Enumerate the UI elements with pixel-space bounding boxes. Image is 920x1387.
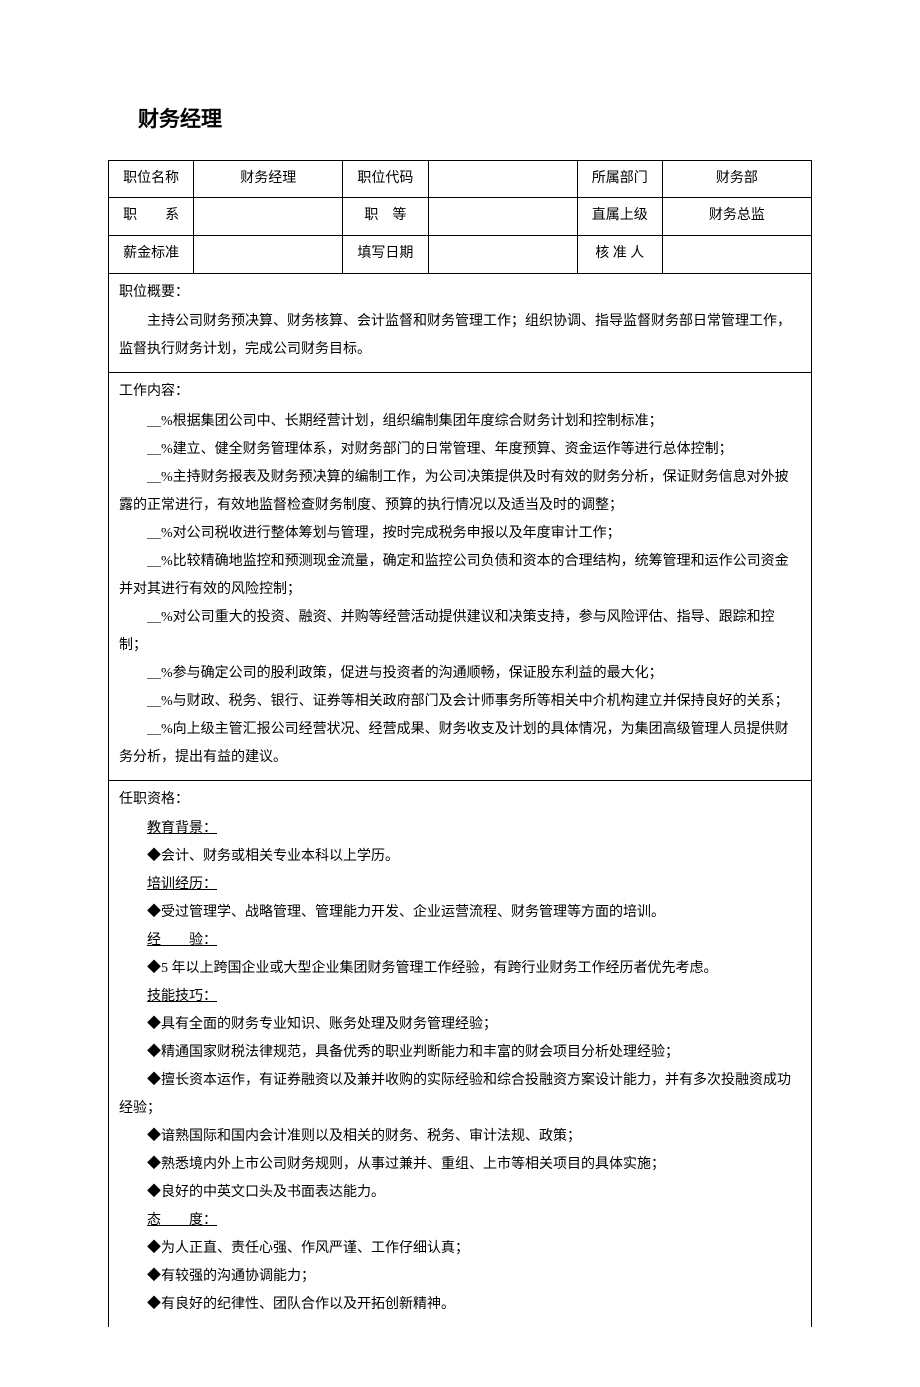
skills-heading: 技能技巧： — [119, 983, 801, 1011]
section-content: 工作内容： ＿%根据集团公司中、长期经营计划，组织编制集团年度综合财务计划和控制… — [108, 373, 812, 781]
label-position-code: 职位代码 — [343, 160, 428, 198]
skills-item: ◆精通国家财税法律规范，具备优秀的职业判断能力和丰富的财会项目分析处理经验； — [119, 1039, 801, 1067]
label-position-name: 职位名称 — [109, 160, 194, 198]
skills-item: ◆谙熟国际和国内会计准则以及相关的财务、税务、审计法规、政策； — [119, 1123, 801, 1151]
header-table: 职位名称 财务经理 职位代码 所属部门 财务部 职 系 职 等 直属上级 财务总… — [108, 160, 812, 274]
label-department: 所属部门 — [577, 160, 662, 198]
skills-item: ◆熟悉境内外上市公司财务规则，从事过兼并、重组、上市等相关项目的具体实施； — [119, 1151, 801, 1179]
content-item: ＿%根据集团公司中、长期经营计划，组织编制集团年度综合财务计划和控制标准； — [119, 408, 801, 436]
attitude-item: ◆有良好的纪律性、团队合作以及开拓创新精神。 — [119, 1291, 801, 1319]
label-salary: 薪金标准 — [109, 236, 194, 274]
content-item: ＿%比较精确地监控和预测现金流量，确定和监控公司负债和资本的合理结构，统筹管理和… — [119, 548, 801, 604]
value-supervisor: 财务总监 — [662, 198, 811, 236]
label-supervisor: 直属上级 — [577, 198, 662, 236]
overview-heading: 职位概要： — [119, 280, 801, 307]
content-item: ＿%对公司重大的投资、融资、并购等经营活动提供建议和决策支持，参与风险评估、指导… — [119, 604, 801, 660]
value-position-code — [428, 160, 577, 198]
content-heading: 工作内容： — [119, 379, 801, 406]
content-item: ＿%对公司税收进行整体筹划与管理，按时完成税务申报以及年度审计工作； — [119, 520, 801, 548]
education-item: ◆会计、财务或相关专业本科以上学历。 — [119, 843, 801, 871]
attitude-heading: 态 度： — [119, 1207, 801, 1235]
label-approver: 核 准 人 — [577, 236, 662, 274]
qualifications-heading: 任职资格： — [119, 787, 801, 814]
attitude-item: ◆为人正直、责任心强、作风严谨、工作仔细认真； — [119, 1235, 801, 1263]
skills-item: ◆擅长资本运作，有证券融资以及兼并收购的实际经验和综合投融资方案设计能力，并有多… — [119, 1067, 801, 1123]
label-job-series: 职 系 — [109, 198, 194, 236]
section-overview: 职位概要： 主持公司财务预决算、财务核算、会计监督和财务管理工作；组织协调、指导… — [108, 274, 812, 374]
skills-item: ◆具有全面的财务专业知识、账务处理及财务管理经验； — [119, 1011, 801, 1039]
experience-item: ◆5 年以上跨国企业或大型企业集团财务管理工作经验，有跨行业财务工作经历者优先考… — [119, 955, 801, 983]
value-approver — [662, 236, 811, 274]
training-item: ◆受过管理学、战略管理、管理能力开发、企业运营流程、财务管理等方面的培训。 — [119, 899, 801, 927]
experience-heading: 经 验： — [119, 927, 801, 955]
overview-text: 主持公司财务预决算、财务核算、会计监督和财务管理工作；组织协调、指导监督财务部日… — [119, 308, 801, 364]
content-item: ＿%参与确定公司的股利政策，促进与投资者的沟通顺畅，保证股东利益的最大化； — [119, 660, 801, 688]
value-job-series — [194, 198, 343, 236]
value-salary — [194, 236, 343, 274]
label-fill-date: 填写日期 — [343, 236, 428, 274]
value-fill-date — [428, 236, 577, 274]
label-job-grade: 职 等 — [343, 198, 428, 236]
content-item: ＿%建立、健全财务管理体系，对财务部门的日常管理、年度预算、资金运作等进行总体控… — [119, 436, 801, 464]
attitude-item: ◆有较强的沟通协调能力； — [119, 1263, 801, 1291]
value-job-grade — [428, 198, 577, 236]
document-title: 财务经理 — [138, 100, 812, 140]
skills-item: ◆良好的中英文口头及书面表达能力。 — [119, 1179, 801, 1207]
education-heading: 教育背景： — [119, 815, 801, 843]
value-department: 财务部 — [662, 160, 811, 198]
content-item: ＿%向上级主管汇报公司经营状况、经营成果、财务收支及计划的具体情况，为集团高级管… — [119, 716, 801, 772]
value-position-name: 财务经理 — [194, 160, 343, 198]
training-heading: 培训经历： — [119, 871, 801, 899]
section-qualifications: 任职资格： 教育背景： ◆会计、财务或相关专业本科以上学历。 培训经历： ◆受过… — [108, 781, 812, 1328]
content-item: ＿%与财政、税务、银行、证券等相关政府部门及会计师事务所等相关中介机构建立并保持… — [119, 688, 801, 716]
content-item: ＿%主持财务报表及财务预决算的编制工作，为公司决策提供及时有效的财务分析，保证财… — [119, 464, 801, 520]
